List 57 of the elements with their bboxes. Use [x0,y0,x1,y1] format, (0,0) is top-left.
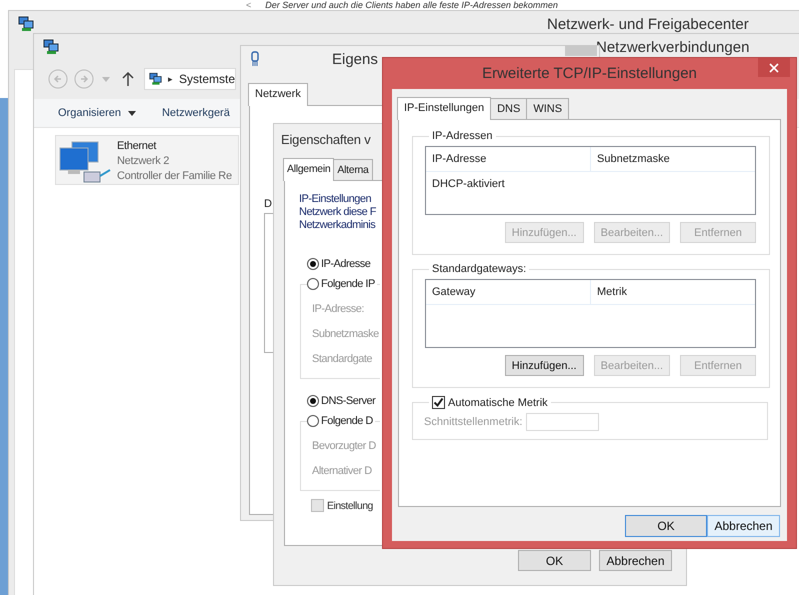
tab[interactable]: Netzwerk [248,83,308,106]
back-arrow: < [246,0,252,10]
button[interactable]: OK [518,550,591,571]
address-bar[interactable]: ▸ Systemste [144,68,236,90]
field-label: IP-Adresse: [312,302,364,317]
forward-icon [74,69,94,89]
window-title: Netzwerk- und Freigabecenter [547,16,749,32]
field-label: Subnetzmaske [312,327,379,342]
tab[interactable]: DNS [490,98,528,119]
connection-status: Netzwerk 2 [117,154,170,169]
breadcrumb-separator: ▸ [168,74,173,84]
connection-name: Ethernet [117,139,158,154]
button[interactable]: Abbrechen [599,550,672,571]
window-title: Eigenschaften v [280,131,371,149]
network-icon [43,39,59,55]
close-button[interactable] [758,58,790,77]
field-label: Alternativer D [312,464,372,479]
tab[interactable]: WINS [526,98,570,119]
breadcrumb-item[interactable]: Systemste [178,72,235,86]
group-label: IP-Adressen [431,130,494,142]
field-label: Bevorzugter D [312,439,376,454]
document-text: Der Server und auch die Clients haben alle feste IP-Adressen bekommen [265,0,558,10]
description-text: Netzwerkadminis [299,219,376,232]
column-header[interactable]: IP-Adresse [426,147,591,171]
button[interactable]: OK [625,515,707,537]
button[interactable]: Abbrechen [707,515,780,537]
dropdown-icon [102,76,110,82]
table-cell-text: DHCP-aktiviert [431,178,505,190]
toolbar-button[interactable]: Netzwerkgerä [162,107,230,119]
field-label: Schnittstellenmetrik: [424,416,522,428]
tab[interactable]: Allgemein [283,158,334,181]
back-icon [48,69,68,89]
network-icon [149,71,162,87]
toolbar-button[interactable]: Organisieren [58,107,136,119]
dropdown-icon [128,110,136,116]
window-title: Erweiterte TCP/IP-Einstellungen [482,65,697,82]
adapter-name: Controller der Familie Re [117,169,232,184]
tab[interactable]: Alterna [333,159,373,180]
button[interactable]: Hinzufügen... [504,355,584,376]
description-text: IP-Einstellungen [299,193,372,206]
window-title: Netzwerkverbindungen [596,38,750,56]
connection-item[interactable]: Ethernet Netzwerk 2 Controller der Familie Re [55,135,239,185]
network-icon [18,16,34,32]
adapter-icon [250,51,260,67]
label-text: D [264,198,272,210]
window-title: Eigens [332,50,378,68]
description-text: Netzwerk diese F [299,206,376,219]
group-label: Standardgateways: [431,263,528,275]
column-header[interactable]: Gateway [426,280,591,304]
check-icon [433,397,444,408]
checkbox[interactable]: Automatische Metrik [429,396,551,409]
field-label: Standardgate [312,352,372,367]
column-header[interactable]: Subnetzmaske [591,147,755,171]
close-icon [769,62,779,72]
tab[interactable]: IP-Einstellungen [397,97,492,120]
up-arrow-icon [122,72,134,86]
column-header[interactable]: Metrik [591,280,755,304]
